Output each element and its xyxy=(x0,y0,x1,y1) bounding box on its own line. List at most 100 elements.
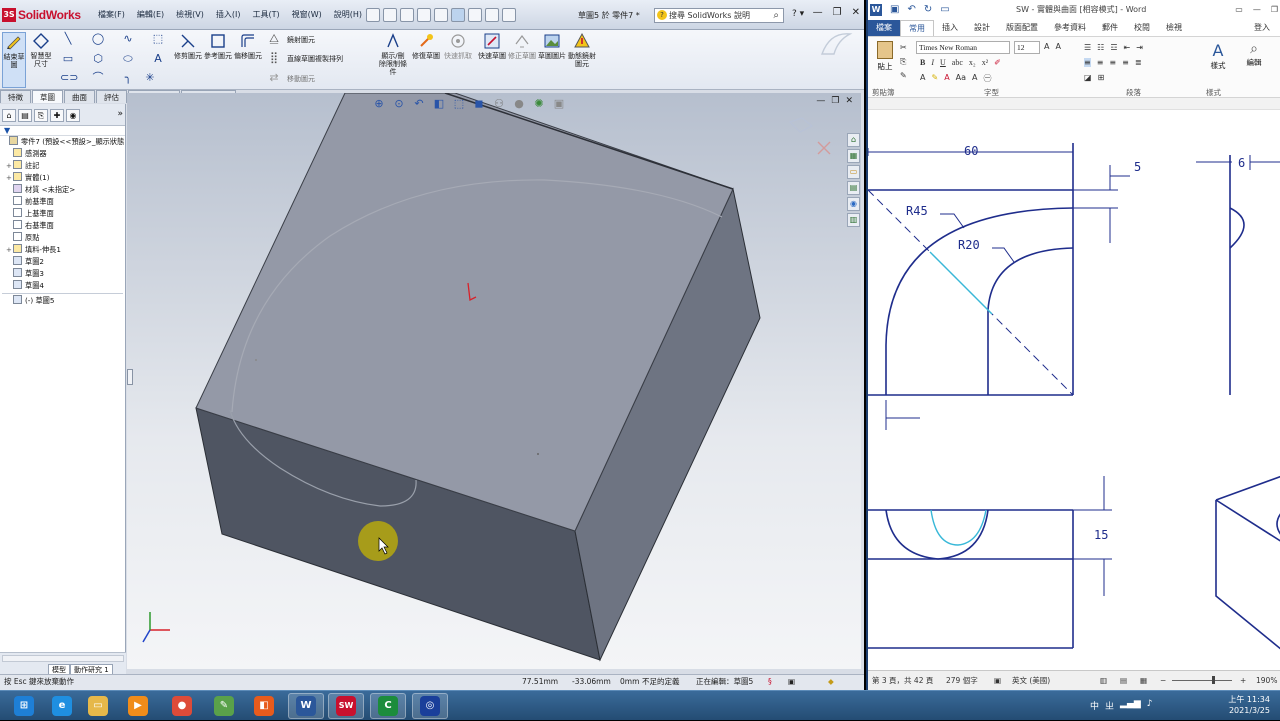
network-icon[interactable]: ▂▄▆ xyxy=(1120,699,1141,712)
linear-pattern-label[interactable]: 直線草圖複製排列 xyxy=(287,54,343,64)
centerline-icon[interactable]: ╮ xyxy=(120,71,136,85)
zoom-to-area-icon[interactable]: ⊙ xyxy=(391,97,407,111)
grow-font-icon[interactable]: A xyxy=(1044,42,1049,51)
taskbar-office-button[interactable]: ◧ xyxy=(246,693,282,719)
taskbar-explorer-button[interactable]: ▭ xyxy=(80,693,116,719)
design-library-icon[interactable]: ▦ xyxy=(847,149,860,163)
spline-icon[interactable]: ⬚ xyxy=(150,32,166,46)
dimxpert-tab-icon[interactable]: ✚ xyxy=(50,109,64,122)
ime-zhuyin[interactable]: ㄓ xyxy=(1105,699,1114,712)
numbering-icon[interactable]: ☷ xyxy=(1097,43,1104,52)
taskbar-word-button[interactable]: W xyxy=(288,693,324,719)
distributed-icon[interactable]: ≣ xyxy=(1135,58,1142,67)
cancel-sketch-icon[interactable] xyxy=(817,141,831,155)
clear-format-icon[interactable]: ✐ xyxy=(994,58,1001,67)
status-word-count[interactable]: 279 個字 xyxy=(946,672,978,690)
font-size-dropdown[interactable]: 12 xyxy=(1014,41,1040,54)
tree-item[interactable]: + 填料-伸長1 xyxy=(0,244,125,256)
command-tab[interactable]: 草圖 xyxy=(32,90,63,103)
ime-indicator[interactable]: 中 ㄓ ▂▄▆ ♪ xyxy=(1090,699,1153,712)
search-icon[interactable]: ⌕ xyxy=(773,9,779,22)
enclose-char-icon[interactable]: ㊀ xyxy=(984,73,992,84)
help-search-input[interactable]: ? 搜尋 SolidWorks 說明 ⌕ xyxy=(654,8,784,23)
tree-item[interactable]: 感測器 xyxy=(0,148,125,160)
slot-icon[interactable]: ⊂⊃ xyxy=(60,71,78,85)
linear-pattern-icon[interactable]: ⣿ xyxy=(266,51,282,65)
word-tab[interactable]: 校閱 xyxy=(1126,20,1158,36)
zoom-out-icon[interactable]: − xyxy=(1160,672,1166,690)
apply-scene-icon[interactable]: ✺ xyxy=(531,97,547,111)
status-page-count[interactable]: 第 3 頁，共 42 頁 xyxy=(872,672,933,690)
minimize-button[interactable]: — xyxy=(813,7,823,18)
rebuild-status-icon[interactable]: § xyxy=(768,675,772,689)
sign-in-link[interactable]: 登入 xyxy=(1246,20,1278,36)
word-tab[interactable]: 檢視 xyxy=(1158,20,1190,36)
rollback-bar[interactable] xyxy=(2,293,123,294)
doc-minimize-button[interactable]: — xyxy=(816,96,825,106)
tree-item[interactable]: 草圖2 xyxy=(0,256,125,268)
move-entities-icon[interactable]: ⇄ xyxy=(266,71,282,85)
proofing-icon[interactable]: ▣ xyxy=(994,672,1001,690)
trim-entities-button[interactable]: 修剪圖元 xyxy=(174,32,202,60)
justify-icon[interactable]: ≡ xyxy=(1122,58,1129,67)
ellipse-icon[interactable]: ⬭ xyxy=(120,52,136,66)
sketch-picture-button[interactable]: 草圖圖片 xyxy=(538,32,566,60)
shrink-font-icon[interactable]: A xyxy=(1055,42,1060,51)
word-restore-button[interactable]: ❐ xyxy=(1271,0,1278,20)
menu-item[interactable]: 檔案(F) xyxy=(92,9,131,20)
status-language[interactable]: 英文 (美國) xyxy=(1012,672,1050,690)
command-tab[interactable]: 評估 xyxy=(96,90,127,103)
decrease-indent-icon[interactable]: ⇤ xyxy=(1124,43,1131,52)
line-icon[interactable]: ╲ xyxy=(60,32,76,46)
configuration-manager-tab-icon[interactable]: ⎘ xyxy=(34,109,48,122)
quick-snaps-button[interactable]: 快速抓取 xyxy=(444,32,472,60)
taskbar-recorder-button[interactable]: ◎ xyxy=(412,693,448,719)
align-right-icon[interactable]: ≡ xyxy=(1109,58,1116,67)
bold-icon[interactable]: B xyxy=(920,58,925,67)
copy-icon[interactable]: ⎘ xyxy=(900,57,906,67)
zoom-slider[interactable] xyxy=(1172,680,1232,681)
volume-icon[interactable]: ♪ xyxy=(1147,699,1153,712)
align-center-icon[interactable]: ≡ xyxy=(1097,58,1104,67)
tree-expander-icon[interactable]: + xyxy=(6,172,13,184)
solidworks-logo[interactable]: 3S SolidWorks xyxy=(2,7,81,23)
appearances-icon[interactable]: ◉ xyxy=(847,197,860,211)
command-tab[interactable]: 特徵 xyxy=(0,90,31,103)
view-settings-icon[interactable]: ▣ xyxy=(551,97,567,111)
status-dropdown-icon[interactable]: ▣ xyxy=(788,675,795,689)
dynamic-mirror-button[interactable]: 動態鏡射圖元 xyxy=(568,32,596,68)
command-tab[interactable]: 曲面 xyxy=(64,90,95,103)
custom-properties-icon[interactable]: ▥ xyxy=(847,213,860,227)
new-file-icon[interactable] xyxy=(366,8,380,22)
menu-item[interactable]: 檢視(V) xyxy=(170,9,210,20)
word-tab[interactable]: 郵件 xyxy=(1094,20,1126,36)
print-icon[interactable] xyxy=(417,8,431,22)
tree-expander-icon[interactable]: + xyxy=(6,160,13,172)
ribbon-display-icon[interactable]: ▭ xyxy=(1235,0,1243,20)
view-palette-icon[interactable]: ▤ xyxy=(847,181,860,195)
tree-item[interactable]: 上基準面 xyxy=(0,208,125,220)
multilevel-list-icon[interactable]: ☲ xyxy=(1110,43,1117,52)
display-relations-button[interactable]: 顯示/刪除限制條件 xyxy=(378,32,408,76)
new-document-icon[interactable]: ▭ xyxy=(940,0,949,20)
tree-item[interactable]: + 註記 xyxy=(0,160,125,172)
borders-icon[interactable]: ⊞ xyxy=(1098,73,1105,82)
exit-sketch-button[interactable]: 結束草圖 xyxy=(2,32,26,88)
styles-button[interactable]: A 樣式 xyxy=(1202,41,1234,71)
file-explorer-icon[interactable]: ▭ xyxy=(847,165,860,179)
rapid-sketch-button[interactable]: 快速草圖 xyxy=(478,32,506,60)
taskbar-start-button[interactable]: ⊞ xyxy=(6,693,42,719)
bullets-icon[interactable]: ☰ xyxy=(1084,43,1091,52)
print-layout-icon[interactable]: ▤ xyxy=(1120,672,1127,690)
paste-button[interactable]: 貼上 xyxy=(872,41,898,72)
tree-expander-icon[interactable]: + xyxy=(6,244,13,256)
feature-tree-tab-icon[interactable]: ⌂ xyxy=(2,109,16,122)
display-style-icon[interactable]: ◼ xyxy=(471,97,487,111)
web-layout-icon[interactable]: ▦ xyxy=(1140,672,1147,690)
align-left-icon[interactable]: ≡ xyxy=(1084,58,1091,67)
tree-item[interactable]: 草圖3 xyxy=(0,268,125,280)
word-tab[interactable]: 版面配置 xyxy=(998,20,1046,36)
zoom-to-fit-icon[interactable]: ⊕ xyxy=(371,97,387,111)
text-icon[interactable]: A xyxy=(150,52,166,66)
status-zoom-level[interactable]: 190% xyxy=(1256,672,1277,690)
